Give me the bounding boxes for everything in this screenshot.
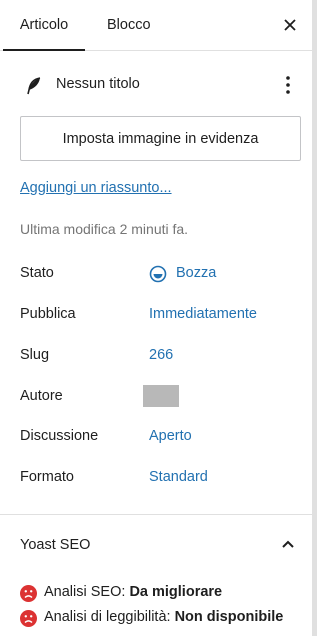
scrollbar-track[interactable] [312, 0, 317, 636]
meta-row-publish: Pubblica Immediatamente [0, 306, 312, 326]
meta-row-discussion: Discussione Aperto [0, 428, 312, 448]
chevron-up-icon [282, 540, 294, 548]
post-title: Nessun titolo [56, 76, 140, 92]
publish-label: Pubblica [20, 306, 76, 322]
feather-icon [27, 77, 41, 95]
meta-row-slug: Slug 266 [0, 347, 312, 367]
seo-analysis-value: Da migliorare [129, 584, 223, 600]
status-value[interactable]: Bozza [176, 265, 216, 281]
status-label: Stato [20, 265, 54, 281]
add-excerpt-link[interactable]: Aggiungi un riassunto... [20, 180, 172, 196]
yoast-title: Yoast SEO [20, 537, 91, 553]
discussion-label: Discussione [20, 428, 99, 444]
readability-analysis-value: Non disponibile [174, 609, 284, 625]
discussion-value[interactable]: Aperto [149, 428, 192, 444]
author-select[interactable] [143, 385, 179, 407]
draft-status-icon[interactable] [149, 265, 167, 283]
format-value[interactable]: Standard [149, 469, 208, 485]
set-featured-image-button[interactable]: Imposta immagine in evidenza [20, 116, 301, 161]
sidebar-tabs: Articolo Blocco [0, 0, 312, 51]
slug-label: Slug [20, 347, 50, 363]
meta-row-status: Stato Bozza [0, 265, 312, 285]
readability-analysis-label: Analisi di leggibilità: [44, 609, 171, 625]
author-label: Autore [20, 388, 63, 404]
post-summary: Nessun titolo [0, 68, 312, 102]
sad-face-icon [20, 585, 37, 602]
seo-analysis-text: Analisi SEO: Da migliorare [44, 584, 222, 600]
slug-value[interactable]: 266 [149, 347, 173, 363]
settings-sidebar: Articolo Blocco Nessun titolo Imposta im… [0, 0, 312, 636]
tab-post[interactable]: Articolo [3, 0, 85, 51]
seo-analysis-label: Analisi SEO: [44, 584, 126, 600]
publish-value[interactable]: Immediatamente [149, 306, 257, 322]
more-vertical-icon[interactable] [280, 74, 296, 96]
tab-block[interactable]: Blocco [107, 0, 151, 50]
yoast-panel-toggle[interactable]: Yoast SEO [0, 515, 312, 575]
sad-face-icon [20, 610, 37, 627]
format-label: Formato [20, 469, 74, 485]
close-icon[interactable] [280, 15, 300, 35]
meta-row-format: Formato Standard [0, 469, 312, 489]
last-modified-text: Ultima modifica 2 minuti fa. [20, 221, 189, 237]
readability-analysis-text: Analisi di leggibilità: Non disponibile [44, 609, 283, 625]
meta-row-author: Autore [0, 385, 312, 408]
